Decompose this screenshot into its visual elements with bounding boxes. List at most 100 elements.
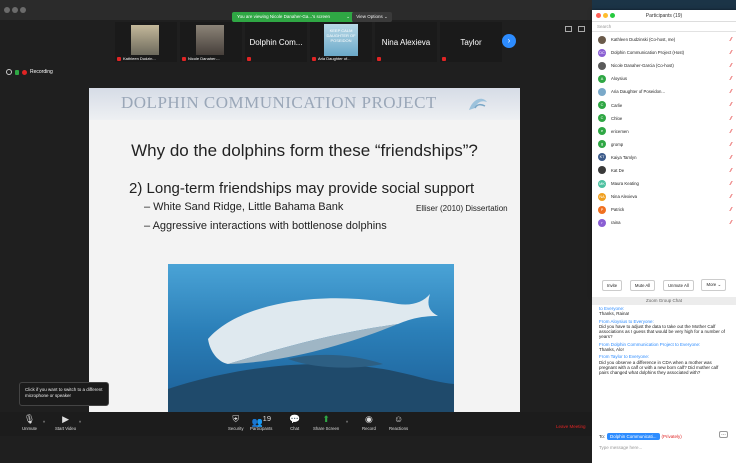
gallery-view-icon[interactable] — [565, 26, 572, 32]
muted-mic-icon — [442, 57, 446, 61]
chat-message-input[interactable]: Type message here... — [599, 445, 642, 450]
muted-mic-icon: ⁄⁄ — [730, 128, 732, 135]
muted-mic-icon: ⁄⁄ — [730, 220, 732, 227]
info-icon[interactable] — [6, 69, 12, 75]
unmute-all-button[interactable]: Unmute All — [662, 279, 694, 291]
participant-name: Maura Keating — [611, 181, 639, 187]
view-options-button[interactable]: View Options ⌄ — [352, 12, 392, 22]
security-button[interactable]: ⛨ Security — [228, 414, 244, 431]
chat-label: Chat — [290, 426, 300, 431]
slide-question: Why do the dolphins form these “friendsh… — [131, 141, 478, 160]
more-options-icon[interactable]: … — [719, 431, 728, 438]
reactions-label: Reactions — [389, 426, 409, 431]
participants-title: Participants (19) — [592, 10, 736, 22]
participant-row[interactable]: C Carlie ⁄⁄ — [592, 98, 736, 111]
chat-button[interactable]: 💬 Chat — [289, 414, 300, 431]
start-video-button[interactable]: ▶ Start Video — [55, 414, 76, 431]
video-tile-taylor[interactable]: Taylor — [440, 22, 502, 62]
participant-video — [196, 25, 224, 55]
participant-row[interactable]: NA Nina Alexieva ⁄⁄ — [592, 190, 736, 203]
video-options-chevron-icon[interactable]: ^ — [79, 420, 81, 425]
muted-mic-icon: ⁄⁄ — [730, 115, 732, 122]
chevron-down-icon: ⌄ — [346, 14, 350, 19]
slide-point: 2) Long-term friendships may provide soc… — [129, 180, 475, 197]
tile-name: Nina Alexieva — [381, 37, 431, 47]
fullscreen-icon[interactable] — [578, 26, 585, 32]
share-options-chevron-icon[interactable]: ^ — [346, 420, 348, 425]
participant-row[interactable]: MK Maura Keating ⁄⁄ — [592, 177, 736, 190]
muted-mic-icon: ⁄⁄ — [730, 50, 732, 57]
lock-icon[interactable] — [15, 69, 19, 75]
muted-mic-icon: ⁄⁄ — [730, 194, 732, 201]
participant-list: Kathleen Dudzinski (Co-host, me) ⁄⁄ DC Dolp… — [592, 33, 736, 229]
close-window-button[interactable] — [4, 7, 10, 13]
video-tile-kathleen[interactable]: Kathleen Dudzin... — [115, 22, 177, 62]
participant-row[interactable]: Kat De ⁄⁄ — [592, 164, 736, 177]
chat-icon: 💬 — [289, 414, 301, 424]
slide-brand-title: DOLPHIN COMMUNICATION PROJECT — [121, 93, 437, 112]
next-page-arrow-icon[interactable]: › — [502, 34, 516, 48]
share-screen-icon: ⬆ — [322, 414, 330, 424]
avatar: MK — [598, 179, 606, 188]
participant-row[interactable]: P Patrick ⁄⁄ — [592, 203, 736, 216]
video-tile-nina[interactable]: Nina Alexieva — [375, 22, 437, 62]
unmute-label: Unmute — [22, 426, 38, 431]
chat-messages: to Everyone: Thanks, Raina! From Aloysius … — [592, 305, 736, 377]
participant-name: Aloysius — [611, 76, 628, 82]
participant-row[interactable]: C Chloe ⁄⁄ — [592, 112, 736, 125]
muted-mic-icon: ⁄⁄ — [730, 181, 732, 188]
participant-row[interactable]: r raina ⁄⁄ — [592, 216, 736, 229]
invite-button[interactable]: Invite — [601, 279, 623, 291]
avatar — [598, 35, 606, 44]
participant-search-input[interactable]: Search — [592, 22, 736, 32]
video-tile-aria[interactable]: KEEP CALM DAUGHTER OF POSEIDON Aria Daug… — [310, 22, 372, 62]
leave-meeting-button[interactable]: Leave Meeting — [556, 424, 586, 429]
dolphin-logo-icon — [469, 98, 487, 110]
avatar — [598, 61, 606, 70]
avatar: C — [598, 114, 606, 123]
participant-row[interactable]: e ericemen ⁄⁄ — [592, 125, 736, 138]
video-tile-nicole[interactable]: Nicole Danaher-... — [180, 22, 242, 62]
chat-message: From Dolphin Communication Project to Ev… — [592, 341, 736, 354]
participant-name: Nina Alexieva — [611, 194, 638, 200]
recording-indicator: Recording — [6, 69, 53, 75]
participant-name: Kathleen Dudzinski (Co-host, me) — [611, 37, 676, 43]
close-window-button[interactable] — [596, 13, 601, 18]
share-screen-button[interactable]: ⬆ Share Screen — [313, 414, 339, 431]
record-button[interactable]: ◉ Record — [362, 414, 376, 431]
reactions-button[interactable]: ☺ Reactions — [389, 414, 408, 431]
avatar: e — [598, 127, 606, 136]
minimize-window-button[interactable] — [603, 13, 608, 18]
participant-name: gromp — [611, 141, 624, 147]
participant-row[interactable]: g gromp ⁄⁄ — [592, 138, 736, 151]
participant-row[interactable]: Kathleen Dudzinski (Co-host, me) ⁄⁄ — [592, 33, 736, 46]
zoom-window-button[interactable] — [610, 13, 615, 18]
participants-count: 19 — [262, 414, 271, 423]
shared-slide: DOLPHIN COMMUNICATION PROJECT Why do the… — [89, 88, 520, 413]
participant-row[interactable]: Aria Daughter of Poseidon... ⁄⁄ — [592, 85, 736, 98]
participant-name: Dolphin Communication Project (Host) — [611, 50, 685, 56]
unmute-button[interactable]: 🎙 Unmute — [22, 414, 37, 431]
mute-all-button[interactable]: Mute All — [629, 279, 656, 291]
slide-citation: Elliser (2010) Dissertation — [416, 204, 508, 213]
more-button[interactable]: More ⌄ — [701, 279, 727, 291]
minimize-window-button[interactable] — [12, 7, 18, 13]
participant-name: Aria Daughter of Poseidon... — [611, 89, 665, 95]
privately-label: (Privately) — [661, 434, 682, 439]
participant-row[interactable]: Nicole Danaher-Garcia (Co-host) ⁄⁄ — [592, 59, 736, 72]
audio-tooltip: Click if you want to switch to a differe… — [19, 382, 109, 406]
start-video-label: Start Video — [55, 426, 77, 431]
avatar: NA — [598, 192, 606, 201]
participant-row[interactable]: DC Dolphin Communication Project (Host) ⁄⁄ — [592, 46, 736, 59]
participant-row[interactable]: A Aloysius ⁄⁄ — [592, 72, 736, 85]
participants-footer: Invite Mute All Unmute All More ⌄ — [592, 273, 736, 297]
participants-button[interactable]: 👥19 Participants — [250, 414, 272, 431]
tile-name: Aria Daughter of... — [318, 56, 351, 61]
participant-row[interactable]: KT Kaiya Tamlyn ⁄⁄ — [592, 151, 736, 164]
record-label: Record — [362, 426, 376, 431]
video-tile-dolphin-com[interactable]: Dolphin Com... — [245, 22, 307, 62]
audio-options-chevron-icon[interactable]: ^ — [43, 420, 45, 425]
tile-name: Kathleen Dudzin... — [123, 56, 156, 61]
zoom-window-button[interactable] — [20, 7, 26, 13]
recipient-select[interactable]: Dolphin Communicati... — [607, 433, 660, 440]
